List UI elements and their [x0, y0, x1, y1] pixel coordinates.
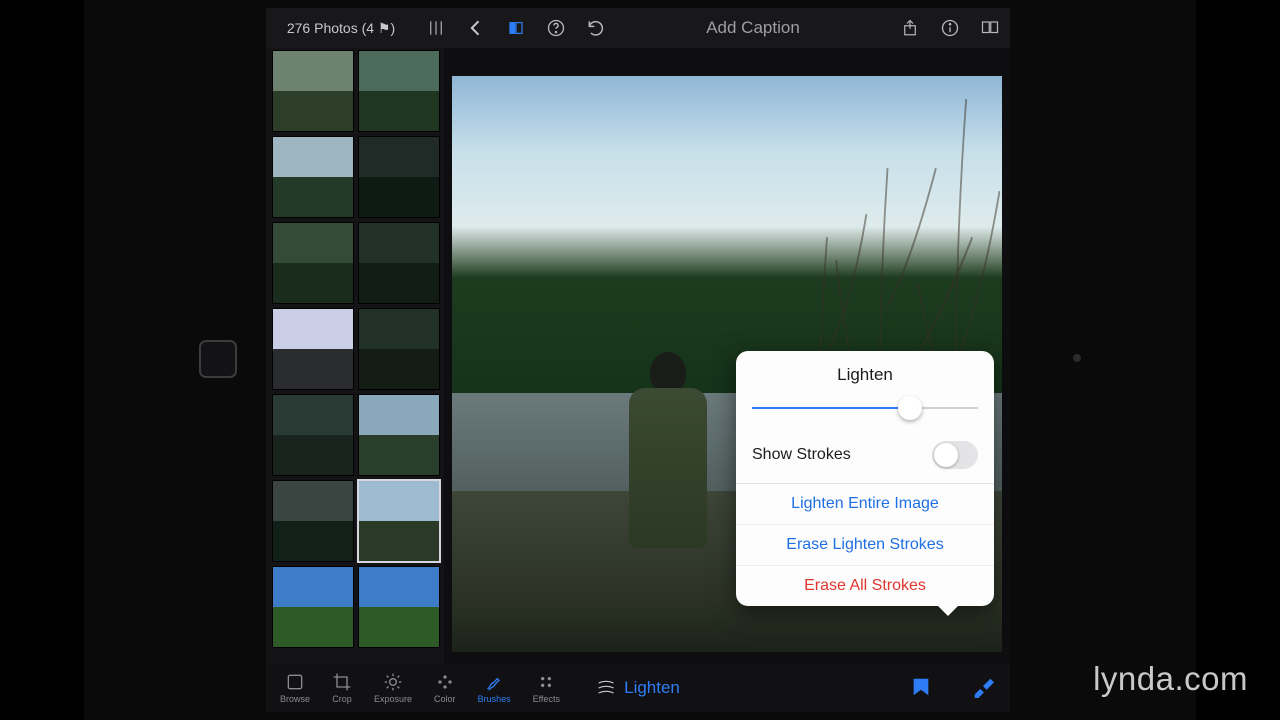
thumbnail-strip[interactable] — [266, 48, 444, 664]
tool-brushes[interactable]: Brushes — [478, 672, 511, 704]
brush-settings-popover: Lighten Show Strokes Lighten Entire Imag… — [736, 351, 994, 606]
brush-settings-button[interactable] — [972, 676, 994, 700]
thumbnail[interactable] — [358, 136, 440, 218]
watermark: lynda.com — [1093, 660, 1248, 698]
thumbnail[interactable] — [358, 50, 440, 132]
thumbnail[interactable] — [358, 222, 440, 304]
editor-body: Lighten Show Strokes Lighten Entire Imag… — [266, 48, 1010, 664]
tool-effects[interactable]: Effects — [533, 672, 560, 704]
thumbnail-toggle-icon[interactable] — [496, 20, 536, 36]
show-strokes-label: Show Strokes — [752, 446, 851, 464]
photo-count-label[interactable]: 276 Photos (4 ⚑) — [266, 20, 416, 37]
thumbnail[interactable] — [358, 308, 440, 390]
lighten-entire-image-button[interactable]: Lighten Entire Image — [736, 484, 994, 525]
tool-exposure[interactable]: Exposure — [374, 672, 412, 704]
thumbnail[interactable] — [358, 480, 440, 562]
thumbnail[interactable] — [272, 308, 354, 390]
thumbnail[interactable] — [272, 394, 354, 476]
thumbnail[interactable] — [272, 566, 354, 648]
current-brush-label: Lighten — [624, 678, 680, 698]
caption-field[interactable]: Add Caption — [616, 18, 890, 38]
intensity-slider[interactable] — [752, 397, 978, 419]
device-frame: 276 Photos (4 ⚑) Add Caption — [84, 0, 1196, 720]
back-button[interactable] — [456, 18, 496, 38]
photo-canvas[interactable]: Lighten Show Strokes Lighten Entire Imag… — [444, 48, 1010, 664]
thumbnail[interactable] — [272, 222, 354, 304]
compare-button[interactable] — [970, 18, 1010, 38]
share-button[interactable] — [890, 18, 930, 38]
show-strokes-toggle[interactable] — [932, 441, 978, 469]
brush-stroke-icon — [596, 678, 616, 698]
home-button[interactable] — [199, 340, 237, 378]
help-button[interactable] — [536, 18, 576, 38]
top-toolbar: 276 Photos (4 ⚑) Add Caption — [266, 8, 1010, 48]
info-button[interactable] — [930, 18, 970, 38]
sensor-dot — [1073, 354, 1081, 362]
thumbnail[interactable] — [358, 394, 440, 476]
thumbnail[interactable] — [272, 136, 354, 218]
grid-lines-icon[interactable] — [416, 19, 456, 37]
bottom-toolbar: Browse Crop Exposure Color Brushes Effects Li… — [266, 664, 1010, 712]
thumbnail[interactable] — [272, 480, 354, 562]
popover-title: Lighten — [736, 365, 994, 397]
iphoto-app: 276 Photos (4 ⚑) Add Caption — [266, 8, 1010, 712]
tool-crop[interactable]: Crop — [332, 672, 352, 704]
current-brush-indicator[interactable]: Lighten — [596, 678, 680, 698]
thumbnail[interactable] — [358, 566, 440, 648]
thumbnail[interactable] — [272, 50, 354, 132]
erase-lighten-strokes-button[interactable]: Erase Lighten Strokes — [736, 525, 994, 566]
brush-flag-icon[interactable] — [910, 676, 932, 700]
tool-color[interactable]: Color — [434, 672, 456, 704]
undo-button[interactable] — [576, 18, 616, 38]
tool-browse[interactable]: Browse — [280, 672, 310, 704]
erase-all-strokes-button[interactable]: Erase All Strokes — [736, 566, 994, 606]
